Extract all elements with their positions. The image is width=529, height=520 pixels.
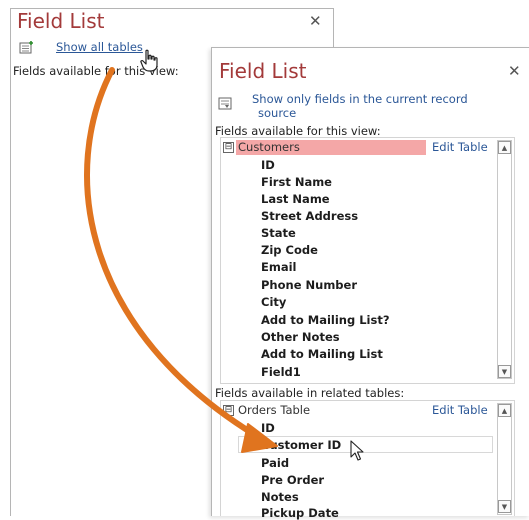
collapse-icon[interactable]: ⊟ [223, 405, 234, 416]
close-icon[interactable]: ✕ [309, 14, 322, 29]
fields-available-label: Fields available for this view: [215, 124, 381, 138]
close-icon[interactable]: ✕ [508, 64, 521, 79]
field-item[interactable]: Field1 [261, 365, 301, 379]
field-item[interactable]: Street Address [261, 209, 358, 223]
field-item[interactable]: Pre Order [261, 473, 324, 487]
edit-table-link[interactable]: Edit Table [432, 403, 488, 417]
hand-cursor-icon [140, 49, 158, 72]
back-panel-title: Field List [17, 9, 105, 33]
field-item[interactable]: State [261, 226, 296, 240]
field-item[interactable]: City [261, 295, 286, 309]
customers-table-name[interactable]: Customers [238, 140, 300, 154]
related-tables-label: Fields available in related tables: [215, 386, 405, 400]
customers-scrollbar[interactable]: ▲ ▼ [497, 140, 512, 379]
field-item[interactable]: Last Name [261, 192, 330, 206]
field-list-filter-icon [218, 95, 234, 115]
show-all-tables-link[interactable]: Show all tables [56, 40, 143, 54]
field-item[interactable]: ID [261, 421, 275, 435]
field-item[interactable]: Other Notes [261, 330, 340, 344]
scroll-down-icon[interactable]: ▼ [498, 365, 511, 378]
field-item[interactable]: Add to Mailing List [261, 347, 383, 361]
table-icon [19, 39, 35, 58]
scroll-up-icon[interactable]: ▲ [498, 404, 511, 417]
collapse-icon[interactable]: ⊟ [223, 142, 234, 153]
field-item[interactable]: Pickup Date [261, 506, 339, 520]
field-item[interactable]: Zip Code [261, 243, 318, 257]
pointer-cursor-icon [350, 440, 364, 461]
orders-scrollbar[interactable]: ▲ ▼ [497, 403, 512, 515]
show-only-fields-line1: Show only fields in the current record [252, 92, 468, 106]
field-item[interactable]: ID [261, 158, 275, 172]
orders-table-name[interactable]: Orders Table [238, 403, 310, 417]
field-item[interactable]: Customer ID [261, 438, 341, 452]
show-only-fields-line2: source [258, 106, 297, 120]
field-item[interactable]: First Name [261, 175, 332, 189]
field-item[interactable]: Phone Number [261, 278, 357, 292]
field-item[interactable]: Paid [261, 456, 289, 470]
field-item[interactable]: Notes [261, 490, 299, 504]
field-item[interactable]: Add to Mailing List? [261, 313, 390, 327]
scroll-down-icon[interactable]: ▼ [498, 500, 511, 513]
front-panel-title: Field List [219, 59, 307, 83]
field-item[interactable]: Email [261, 260, 296, 274]
edit-table-link[interactable]: Edit Table [432, 140, 488, 154]
scroll-up-icon[interactable]: ▲ [498, 141, 511, 154]
show-only-fields-link[interactable]: Show only fields in the current record s… [252, 92, 468, 120]
